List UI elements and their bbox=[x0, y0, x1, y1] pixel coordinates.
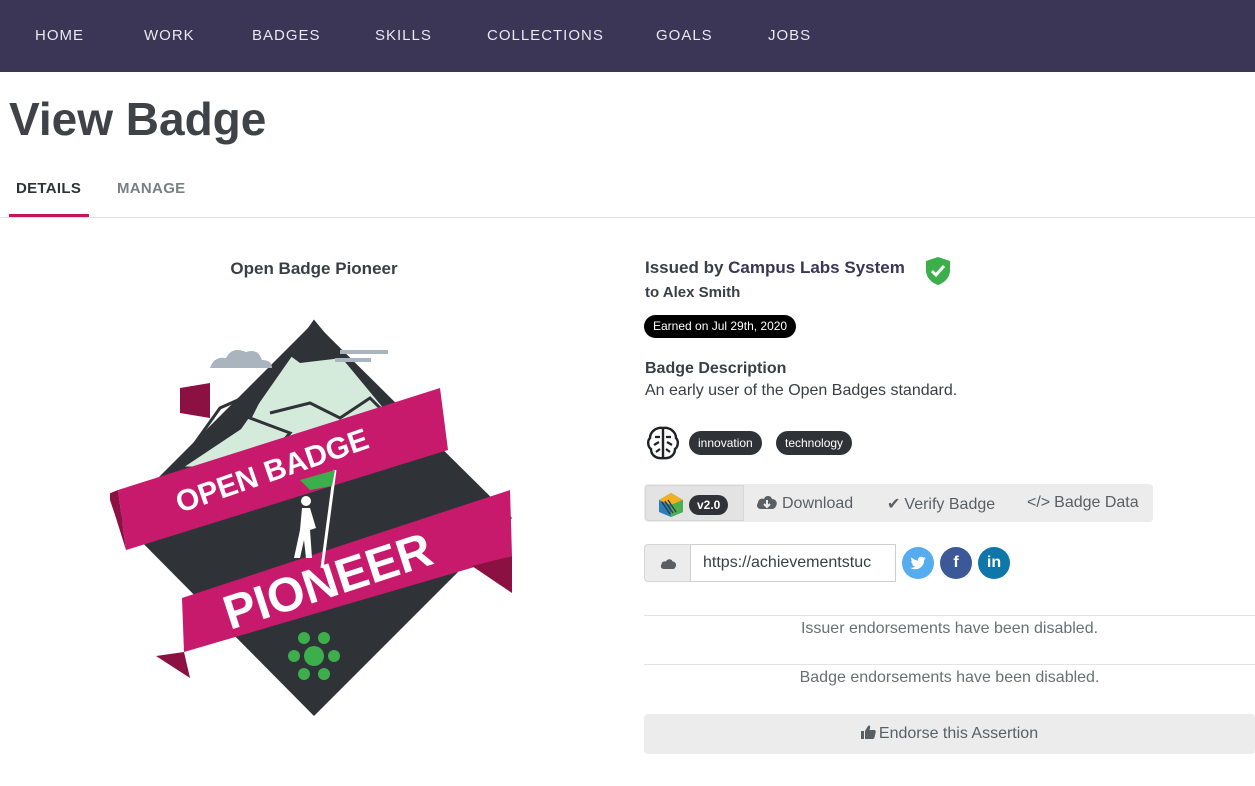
brain-icon bbox=[647, 426, 679, 460]
open-badges-logo-icon bbox=[659, 493, 683, 517]
badge-image: OPEN BADGE PIONEER bbox=[110, 319, 512, 716]
verified-shield-icon bbox=[926, 257, 950, 285]
issued-prefix: Issued by bbox=[645, 258, 724, 277]
badge-name: Open Badge Pioneer bbox=[230, 259, 398, 278]
linkedin-share-button[interactable]: in bbox=[978, 547, 1010, 579]
checkmark-icon: ✔ bbox=[887, 496, 901, 513]
description-text: An early user of the Open Badges standar… bbox=[645, 382, 958, 399]
badge-endorsements-note: Badge endorsements have been disabled. bbox=[799, 669, 1100, 686]
download-button[interactable]: Download bbox=[756, 494, 853, 513]
badge-toolbar: v2.0 Download ✔ Verify Badge </> Badge Dat… bbox=[644, 484, 1153, 522]
verify-label: Verify Badge bbox=[904, 496, 996, 513]
tag-technology[interactable]: technology bbox=[776, 431, 853, 455]
issuer-endorsements-note: Issuer endorsements have been disabled. bbox=[800, 620, 1099, 637]
top-nav: HOME WORK BADGES SKILLS COLLECTIONS GOAL… bbox=[0, 0, 1255, 72]
facebook-share-button[interactable]: f bbox=[940, 547, 972, 579]
divider bbox=[644, 664, 1255, 665]
nav-badges[interactable]: BADGES bbox=[252, 27, 321, 44]
nav-jobs[interactable]: JOBS bbox=[768, 27, 811, 44]
tab-bar: DETAILS MANAGE bbox=[0, 176, 1255, 218]
twitter-share-button[interactable] bbox=[902, 547, 934, 579]
cloud-icon bbox=[660, 559, 677, 569]
facebook-icon: f bbox=[953, 554, 959, 571]
nav-skills[interactable]: SKILLS bbox=[375, 27, 432, 44]
nav-goals[interactable]: GOALS bbox=[656, 27, 713, 44]
endorse-label: Endorse this Assertion bbox=[878, 725, 1039, 742]
earned-date-badge: Earned on Jul 29th, 2020 bbox=[644, 315, 797, 338]
tab-manage[interactable]: MANAGE bbox=[117, 180, 185, 197]
badge-data-label: Badge Data bbox=[1054, 494, 1139, 511]
description-label: Badge Description bbox=[645, 360, 787, 377]
endorse-assertion-button[interactable]: Endorse this Assertion bbox=[644, 714, 1255, 754]
version-pill: v2.0 bbox=[689, 495, 729, 515]
badge-data-button[interactable]: </> Badge Data bbox=[1027, 494, 1139, 512]
nav-work[interactable]: WORK bbox=[144, 27, 195, 44]
page-title: View Badge bbox=[9, 93, 267, 145]
nav-collections[interactable]: COLLECTIONS bbox=[487, 27, 604, 44]
twitter-icon bbox=[910, 556, 926, 570]
share-url-input[interactable] bbox=[690, 544, 896, 582]
linkedin-icon: in bbox=[986, 554, 1002, 571]
verify-badge-button[interactable]: ✔ Verify Badge bbox=[887, 494, 995, 514]
tag-innovation[interactable]: innovation bbox=[689, 431, 762, 455]
download-label: Download bbox=[782, 495, 854, 512]
cloud-addon bbox=[644, 544, 690, 582]
open-badges-version: v2.0 bbox=[645, 485, 744, 521]
issued-by: Issued by Campus Labs System bbox=[645, 258, 905, 278]
code-icon: </> bbox=[1027, 494, 1051, 511]
cloud-download-icon bbox=[757, 496, 777, 509]
nav-home[interactable]: HOME bbox=[35, 27, 84, 44]
recipient: to Alex Smith bbox=[645, 284, 741, 301]
tab-details[interactable]: DETAILS bbox=[16, 180, 81, 197]
active-tab-indicator bbox=[9, 214, 89, 217]
thumbs-up-icon bbox=[860, 725, 876, 739]
issuer-link[interactable]: Campus Labs System bbox=[728, 258, 905, 277]
divider bbox=[644, 615, 1255, 616]
